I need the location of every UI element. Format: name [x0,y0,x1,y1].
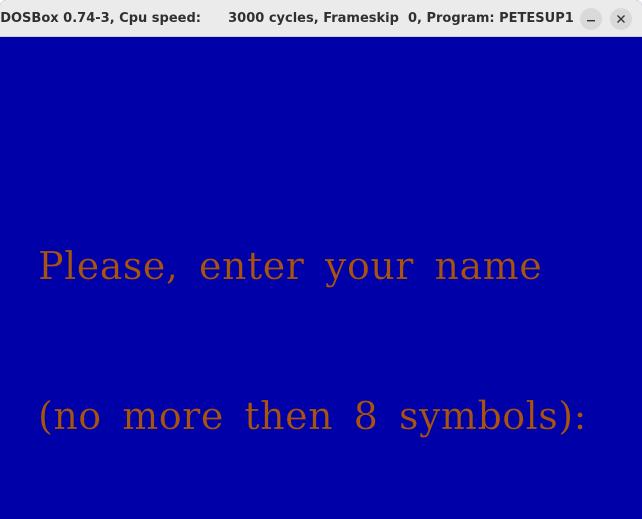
window-title: DOSBox 0.74-3, Cpu speed: 3000 cycles, F… [0,11,574,26]
name-prompt: Please, enter your name (no more then 8 … [38,141,587,519]
dosbox-window: DOSBox 0.74-3, Cpu speed: 3000 cycles, F… [0,0,642,519]
title-bar[interactable]: DOSBox 0.74-3, Cpu speed: 3000 cycles, F… [0,0,642,37]
prompt-line-1: Please, enter your name [38,244,543,288]
dos-screen[interactable]: Please, enter your name (no more then 8 … [0,37,642,519]
close-icon [616,14,626,24]
minimize-button[interactable] [580,8,602,30]
prompt-line-2: (no more then 8 symbols): [38,394,587,438]
minimize-icon [586,14,596,24]
close-button[interactable] [610,8,632,30]
